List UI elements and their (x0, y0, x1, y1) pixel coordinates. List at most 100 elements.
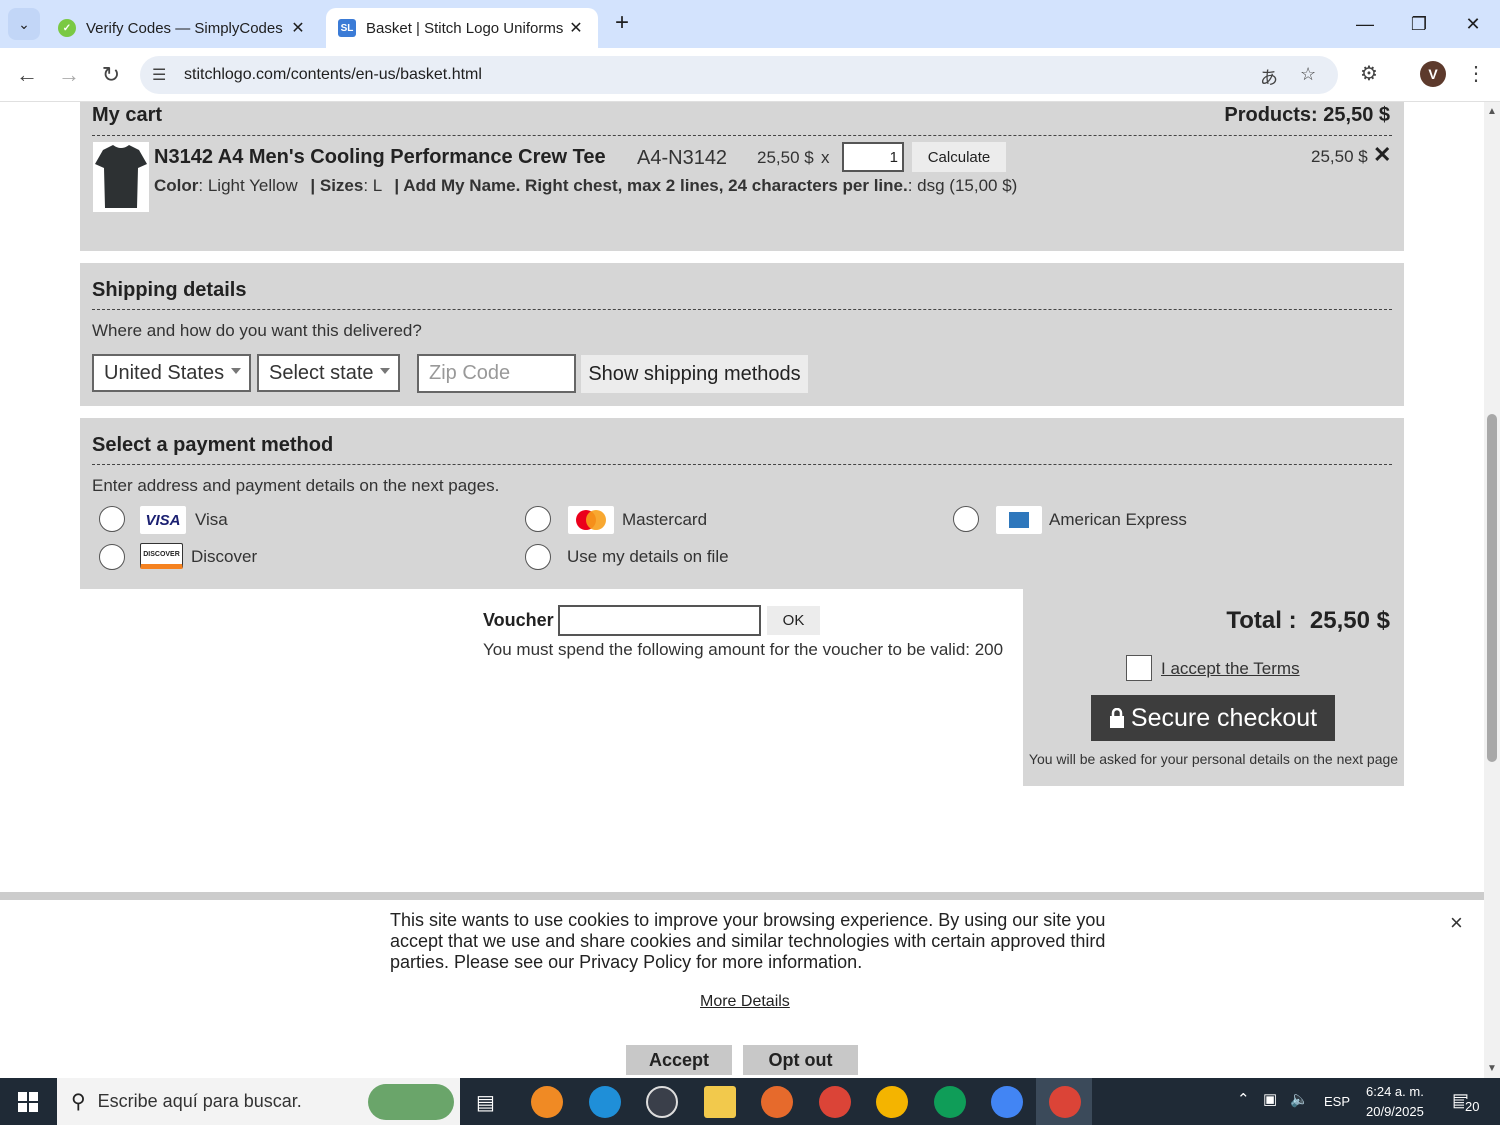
windows-logo-icon (18, 1091, 38, 1112)
mastercard-radio[interactable] (525, 506, 551, 532)
file-explorer-icon[interactable] (704, 1086, 736, 1118)
search-highlight-art (368, 1084, 454, 1120)
divider (92, 135, 1392, 136)
total-label: Total : (1226, 607, 1297, 634)
bookmark-star-icon[interactable]: ☆ (1300, 64, 1316, 85)
scrollbar-thumb[interactable] (1487, 414, 1497, 762)
payment-prompt: Enter address and payment details on the… (92, 476, 500, 495)
divider (92, 464, 1392, 465)
discover-label[interactable]: Discover (191, 547, 257, 567)
taskbar-search[interactable]: ⚲ Escribe aquí para buscar. (57, 1078, 460, 1125)
mastercard-label[interactable]: Mastercard (622, 510, 707, 530)
opt-out-button[interactable]: Opt out (743, 1045, 858, 1075)
scroll-down-icon[interactable]: ▼ (1487, 1063, 1497, 1074)
new-tab-button[interactable]: + (608, 10, 636, 38)
edge-icon[interactable] (589, 1086, 621, 1118)
tray-chevron-icon[interactable]: ⌃ (1237, 1090, 1250, 1108)
chrome-profile-icon[interactable] (991, 1086, 1023, 1118)
more-details-link[interactable]: More Details (700, 993, 790, 1011)
cookie-close-icon[interactable]: × (1450, 910, 1463, 936)
addon-value: : dsg (15,00 $) (907, 176, 1018, 195)
amex-label[interactable]: American Express (1049, 510, 1187, 530)
windows-start-button[interactable] (0, 1078, 56, 1125)
visa-logo: VISA (140, 506, 186, 534)
voucher-label: Voucher (483, 610, 554, 630)
quantity-input[interactable]: 1 (842, 142, 904, 172)
sizes-label: | Sizes (310, 176, 364, 195)
tab-simplycodes[interactable]: ✓ Verify Codes — SimplyCodes ✕ (46, 8, 320, 48)
task-view-icon[interactable]: ▤ (476, 1090, 495, 1115)
accept-cookies-button[interactable]: Accept (626, 1045, 732, 1075)
clock-date: 20/9/2025 (1366, 1104, 1424, 1119)
chrome-profile-icon[interactable] (934, 1086, 966, 1118)
product-code: A4-N3142 (637, 147, 728, 169)
network-icon[interactable]: ▣ (1263, 1090, 1277, 1108)
zip-code-input[interactable]: Zip Code (417, 354, 576, 393)
reload-icon[interactable]: ↻ (96, 60, 126, 90)
visa-radio[interactable] (99, 506, 125, 532)
amex-radio[interactable] (953, 506, 979, 532)
chrome-icon[interactable] (876, 1086, 908, 1118)
details-on-file-radio[interactable] (525, 544, 551, 570)
secure-checkout-button[interactable]: Secure checkout (1091, 695, 1335, 741)
details-on-file-label[interactable]: Use my details on file (567, 547, 729, 567)
address-bar[interactable]: ☰ stitchlogo.com/contents/en-us/basket.h… (140, 56, 1338, 94)
notification-count: 20 (1464, 1099, 1481, 1114)
notifications-icon[interactable]: ▤ 20 (1452, 1090, 1486, 1114)
total-value: 25,50 $ (1309, 607, 1390, 634)
color-label: Color (154, 176, 199, 195)
chrome-profile-icon[interactable] (819, 1086, 851, 1118)
back-icon[interactable]: ← (12, 60, 42, 90)
chrome-active-icon[interactable] (1049, 1086, 1081, 1118)
close-icon[interactable]: ✕ (1446, 0, 1500, 48)
cookie-text-line: accept that we use and share cookies and… (390, 931, 1106, 951)
firefox-icon[interactable] (761, 1086, 793, 1118)
state-select[interactable]: Select state (257, 354, 400, 392)
discover-radio[interactable] (99, 544, 125, 570)
menu-kebab-icon[interactable]: ⋮ (1466, 61, 1486, 86)
lock-icon (1109, 708, 1124, 728)
search-icon: ⚲ (71, 1091, 86, 1113)
restore-icon[interactable]: ❐ (1392, 0, 1446, 48)
browser-toolbar: ← → ↻ ☰ stitchlogo.com/contents/en-us/ba… (0, 48, 1500, 102)
clock[interactable]: 6:24 a. m. 20/9/2025 (1366, 1082, 1424, 1122)
media-player-icon[interactable] (646, 1086, 678, 1118)
tab-close-icon[interactable]: ✕ (566, 18, 586, 38)
forward-icon[interactable]: → (54, 60, 84, 90)
language-indicator[interactable]: ESP (1324, 1094, 1350, 1109)
site-info-icon[interactable]: ☰ (152, 65, 166, 85)
times-sign: x (821, 148, 830, 167)
fl-studio-icon[interactable] (531, 1086, 563, 1118)
payment-panel: Select a payment method Enter address an… (80, 418, 1404, 589)
remove-item-icon[interactable]: ✕ (1373, 142, 1391, 168)
checkout-label: Secure checkout (1130, 703, 1318, 732)
visa-label[interactable]: Visa (195, 510, 228, 530)
url-text[interactable]: stitchlogo.com/contents/en-us/basket.htm… (184, 66, 482, 84)
page-scrollbar[interactable]: ▲ ▼ (1484, 102, 1500, 1078)
minimize-icon[interactable]: — (1338, 0, 1392, 48)
tab-stitchlogo[interactable]: SL Basket | Stitch Logo Uniforms ✕ (326, 8, 598, 48)
tab-close-icon[interactable]: ✕ (288, 18, 308, 38)
shipping-title: Shipping details (92, 279, 247, 301)
cookie-text: This site wants to use cookies to improv… (390, 910, 1105, 973)
voucher-ok-button[interactable]: OK (767, 606, 820, 635)
product-name[interactable]: N3142 A4 Men's Cooling Performance Crew … (154, 146, 606, 169)
terms-link[interactable]: I accept the Terms (1161, 659, 1300, 679)
page-content: My cart Products: 25,50 $ N3142 A4 Men's… (0, 102, 1484, 1078)
calculate-button[interactable]: Calculate (912, 142, 1006, 172)
payment-title: Select a payment method (92, 434, 334, 456)
translate-icon[interactable]: あ (1260, 64, 1278, 90)
country-select[interactable]: United States (92, 354, 251, 392)
chevron-down-icon (380, 368, 390, 374)
scroll-up-icon[interactable]: ▲ (1487, 106, 1497, 117)
product-thumbnail[interactable] (93, 142, 149, 212)
show-shipping-methods-button[interactable]: Show shipping methods (581, 355, 808, 393)
extensions-icon[interactable]: ⚙ (1360, 61, 1378, 86)
tab-search-button[interactable]: ⌄ (8, 8, 40, 40)
chevron-down-icon: ⌄ (18, 15, 30, 32)
sizes-value: : L (363, 176, 382, 195)
terms-checkbox[interactable] (1126, 655, 1152, 681)
voucher-input[interactable] (558, 605, 761, 636)
volume-icon[interactable]: 🔈 (1290, 1090, 1309, 1108)
avatar[interactable]: V (1420, 61, 1446, 87)
